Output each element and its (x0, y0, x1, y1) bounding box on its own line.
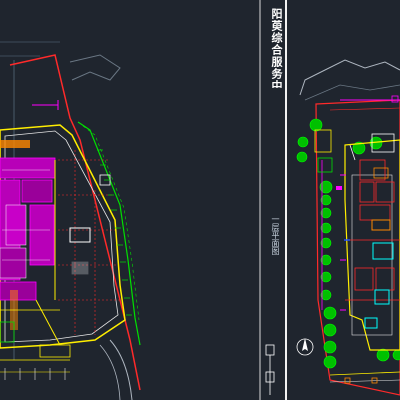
setback-line (329, 107, 400, 111)
cad-model-space[interactable] (0, 0, 400, 400)
neighbor-building-outline (299, 59, 400, 96)
circulation-cores (364, 242, 394, 329)
planter (314, 129, 332, 153)
outdoor-steps (39, 344, 71, 358)
neighbor-building-outline (69, 54, 121, 81)
interior-rooms (0, 140, 56, 330)
label-marker (336, 186, 342, 190)
left-floor-plan (0, 41, 141, 400)
drawing-label: 一层平面图 (271, 215, 280, 255)
road-edge-dashed (82, 125, 140, 321)
north-arrow-icon (296, 338, 314, 356)
inner-wall-line (35, 299, 61, 346)
service-room (71, 261, 89, 275)
scale-bar (265, 344, 275, 395)
service-room (373, 167, 389, 179)
road-edge-line (77, 121, 141, 346)
ground-line (329, 379, 400, 383)
service-room (371, 219, 391, 231)
ground-line (329, 371, 400, 376)
planter (317, 157, 333, 173)
bottom-dimension-ticks (4, 368, 66, 380)
building-inner-outline (351, 174, 393, 336)
road-curve (109, 339, 133, 400)
neighbor-building-outline (304, 84, 400, 101)
dimension-marker (344, 377, 351, 384)
dimension-marker (391, 95, 399, 103)
road-curve (99, 344, 121, 400)
right-site-plan (296, 59, 400, 396)
project-title: 阳萸综合服务中心 (270, 8, 283, 88)
